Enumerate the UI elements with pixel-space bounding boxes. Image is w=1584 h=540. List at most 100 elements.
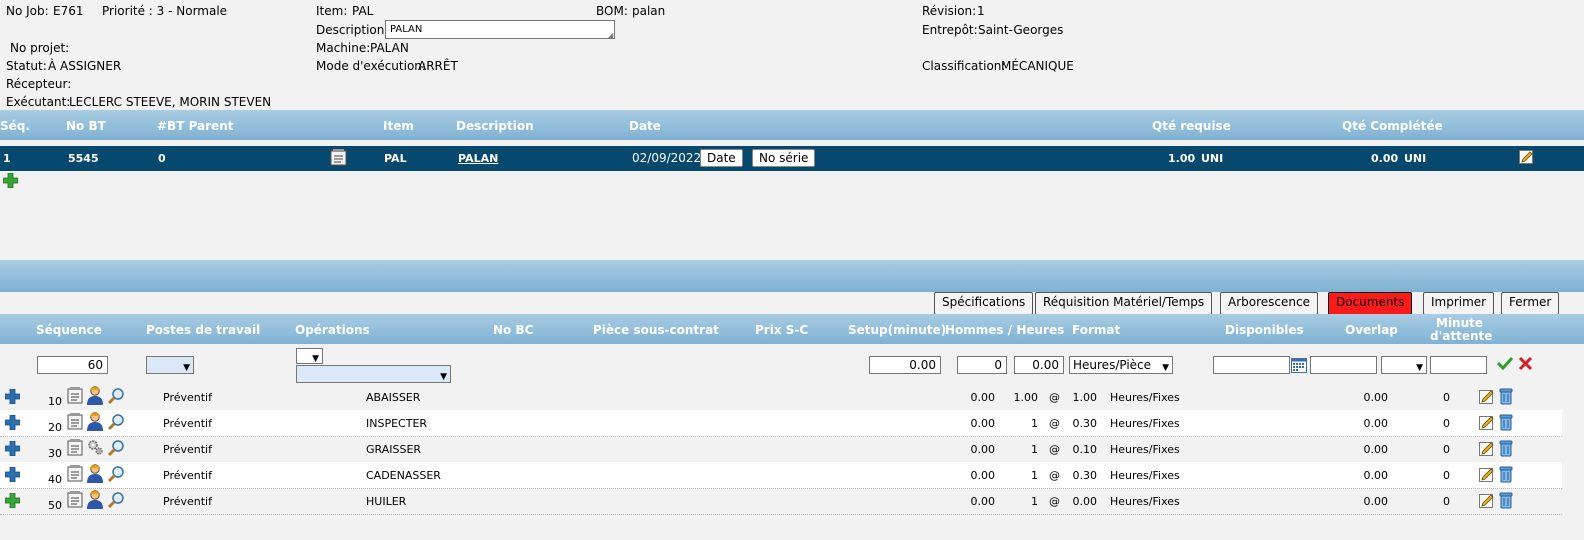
cancel-x-icon[interactable]: [1518, 356, 1533, 374]
search-icon[interactable]: [107, 491, 125, 512]
imprimer-button[interactable]: Imprimer: [1423, 292, 1495, 315]
specifications-button[interactable]: Spécifications: [934, 292, 1034, 315]
col-qte-completee: Qté Complétée: [1342, 119, 1443, 133]
attente-input[interactable]: [1430, 356, 1487, 374]
chevron-down-icon: ▼: [1416, 363, 1423, 373]
operation-row[interactable]: 30 Préventif GRAISSER 0.00 1 @ 0.10 Heur…: [0, 436, 1562, 463]
operation-at: @: [1049, 469, 1060, 482]
job-row-selected[interactable]: 1 5545 0 PAL PALAN 02/09/2022 Date No sé…: [0, 146, 1584, 171]
col-hommes-heures: Hommes / Heures: [945, 323, 1065, 337]
edit-icon[interactable]: [1479, 389, 1495, 408]
col-qte-requise: Qté requise: [1152, 119, 1231, 133]
notes-icon[interactable]: [67, 413, 84, 433]
operation-at: @: [1049, 417, 1060, 430]
operation-poste: Préventif: [163, 443, 212, 456]
trash-icon[interactable]: [1499, 492, 1513, 512]
notes-icon[interactable]: [67, 387, 84, 407]
col-piece-sc: Pièce sous-contrat: [593, 323, 719, 337]
job-description-link[interactable]: PALAN: [458, 152, 498, 165]
executant-value: LECLERC STEEVE, MORIN STEVEN: [69, 95, 272, 109]
operation-row[interactable]: 10 Préventif ABAISSER 0.00 1.00 @ 1.00 H…: [0, 384, 1562, 411]
confirm-check-icon[interactable]: [1496, 356, 1514, 373]
poste-select[interactable]: ▼: [146, 356, 194, 374]
operation-row[interactable]: 20 Préventif INSPECTER 0.00 1 @ 0.30 Heu…: [0, 410, 1562, 437]
operation-row[interactable]: 50 Préventif HUILER 0.00 1 @ 0.00 Heures…: [0, 488, 1562, 515]
col-item: Item: [383, 119, 414, 133]
worker-icon[interactable]: [86, 464, 104, 486]
disponibles-input[interactable]: [1213, 356, 1290, 374]
operation-overlap: 0.00: [1363, 443, 1389, 456]
sequence-input[interactable]: 60: [37, 356, 108, 374]
add-sub-operation-icon[interactable]: [4, 414, 21, 433]
add-sub-operation-icon[interactable]: [4, 388, 21, 407]
format-select[interactable]: Heures/Pièce ▼: [1069, 356, 1173, 374]
notes-icon[interactable]: [67, 439, 84, 459]
operation-hommes: 1.00: [1013, 391, 1039, 404]
operation-heures: 0.10: [1072, 443, 1098, 456]
priority-text: Priorité : 3 - Normale: [102, 4, 228, 18]
format-select-value: Heures/Pièce: [1073, 358, 1152, 372]
documents-button[interactable]: Documents: [1328, 292, 1413, 315]
col-minute-attente-2: d'attente: [1430, 329, 1493, 343]
operation-select[interactable]: ▼: [296, 365, 451, 383]
operation-hommes: 1: [1031, 417, 1038, 430]
add-sub-operation-icon[interactable]: [4, 466, 21, 485]
recepteur-label: Récepteur:: [6, 77, 72, 91]
operation-poste: Préventif: [163, 417, 212, 430]
trash-icon[interactable]: [1499, 440, 1513, 460]
mode-label: Mode d'exécution:: [316, 59, 426, 73]
revision-label: Révision:: [922, 4, 977, 18]
col-bt-parent: #BT Parent: [157, 119, 234, 133]
date-button[interactable]: Date: [700, 149, 743, 167]
notes-icon[interactable]: [67, 491, 84, 511]
setup-input[interactable]: 0.00: [869, 356, 941, 374]
edit-icon[interactable]: [1479, 493, 1495, 512]
search-icon[interactable]: [107, 387, 125, 408]
bom-value: palan: [632, 4, 666, 18]
trash-icon[interactable]: [1499, 414, 1513, 434]
add-job-icon[interactable]: [2, 172, 19, 191]
worker-icon[interactable]: [86, 490, 104, 512]
search-icon[interactable]: [107, 413, 125, 434]
overlap-input[interactable]: [1310, 356, 1377, 374]
edit-icon[interactable]: [1479, 467, 1495, 486]
overlap-select[interactable]: ▼: [1381, 356, 1427, 374]
hommes-input[interactable]: 0: [957, 356, 1007, 374]
operation-overlap: 0.00: [1363, 417, 1389, 430]
heures-input[interactable]: 0.00: [1014, 356, 1064, 374]
operation-at: @: [1049, 495, 1060, 508]
calendar-icon[interactable]: [1291, 357, 1307, 376]
add-sub-operation-icon[interactable]: [4, 440, 21, 459]
edit-icon[interactable]: [1519, 150, 1534, 168]
operations-table-header: Séquence Postes de travail Opérations No…: [0, 314, 1584, 344]
requisition-button[interactable]: Réquisition Matériel/Temps: [1035, 292, 1213, 315]
job-qte-completee-unit: UNI: [1404, 152, 1427, 165]
serial-number-button[interactable]: No série: [752, 149, 816, 167]
operation-sequence: 30: [48, 447, 62, 460]
operation-poste: Préventif: [163, 469, 212, 482]
operation-overlap: 0.00: [1363, 495, 1389, 508]
operation-type-select[interactable]: ▼: [296, 348, 323, 364]
add-sub-operation-icon[interactable]: [4, 492, 21, 511]
notes-icon[interactable]: [67, 465, 84, 485]
arborescence-button[interactable]: Arborescence: [1220, 292, 1318, 315]
operation-row[interactable]: 40 Préventif CADENASSER 0.00 1 @ 0.30 He…: [0, 462, 1562, 489]
search-icon[interactable]: [107, 439, 125, 460]
job-seq: 1: [3, 152, 11, 165]
trash-icon[interactable]: [1499, 466, 1513, 486]
edit-icon[interactable]: [1479, 441, 1495, 460]
notes-icon[interactable]: [330, 149, 348, 169]
edit-icon[interactable]: [1479, 415, 1495, 434]
trash-icon[interactable]: [1499, 388, 1513, 408]
operation-hommes: 1: [1031, 469, 1038, 482]
revision-value: 1: [977, 4, 985, 18]
worker-icon[interactable]: [86, 386, 104, 408]
operation-format: Heures/Fixes: [1110, 391, 1180, 404]
resize-grip-icon[interactable]: ◢: [607, 31, 613, 40]
gear-icon[interactable]: [86, 438, 104, 459]
search-icon[interactable]: [107, 465, 125, 486]
fermer-button[interactable]: Fermer: [1501, 292, 1560, 315]
worker-icon[interactable]: [86, 412, 104, 434]
description-textarea[interactable]: PALAN: [385, 20, 615, 39]
col-date: Date: [629, 119, 661, 133]
